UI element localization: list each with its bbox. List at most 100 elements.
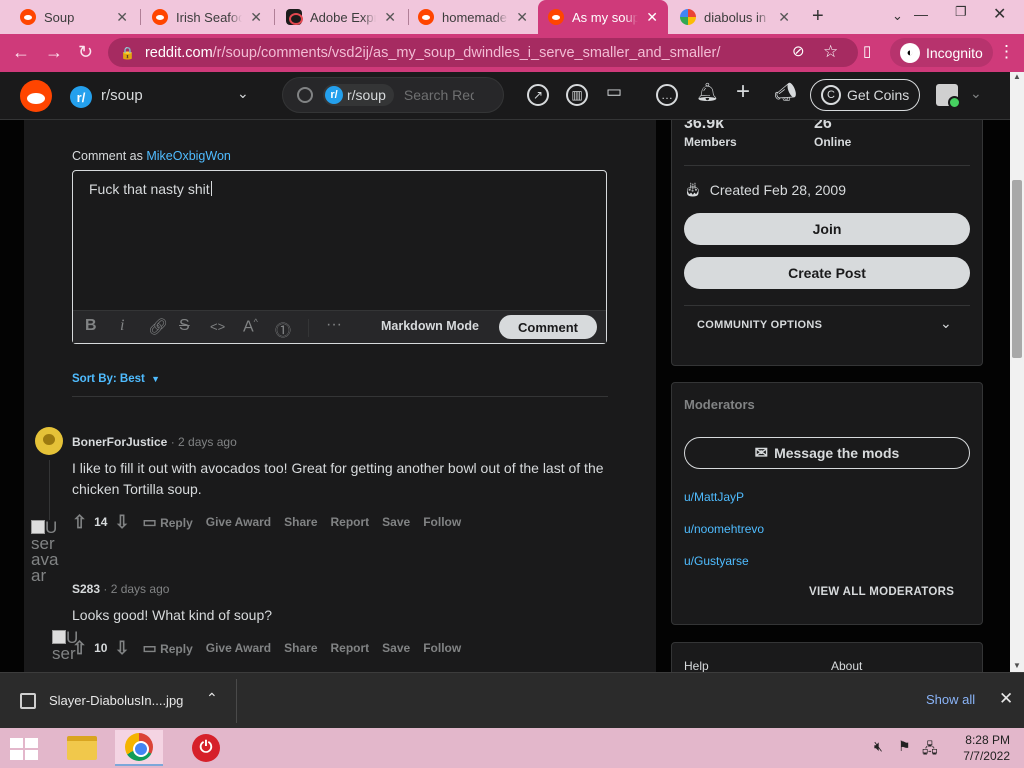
close-window-icon[interactable]: ✕ [993,4,1006,24]
inline-code-icon[interactable]: <> [210,319,225,334]
upvote-icon[interactable]: ⇧ [72,512,87,533]
report-button[interactable]: Report [331,641,370,655]
tab-diabolus-in[interactable]: diabolus in ✕ [670,0,800,34]
windows-start-icon[interactable] [10,738,38,760]
username-link[interactable]: MikeOxbigWon [146,149,231,163]
message-mods-button[interactable]: ✉ Message the mods [684,437,970,469]
vertical-scrollbar[interactable]: ▲ ▼ [1010,72,1024,672]
more-options-icon[interactable]: ··· [326,316,342,334]
notification-bell-icon[interactable]: 🔔︎ [696,82,719,103]
join-button[interactable]: Join [684,213,970,245]
tab-adobe-express[interactable]: Adobe Express ✕ [276,0,406,34]
submit-comment-button[interactable]: Comment [499,315,597,339]
link-icon[interactable]: 🔗︎ [148,317,168,337]
comment-textarea[interactable]: Fuck that nasty shit [89,181,212,197]
close-tab-icon[interactable]: ✕ [778,9,790,26]
chevron-down-icon[interactable]: ⌄ [940,315,952,332]
incognito-badge[interactable]: ◐ Incognito [890,38,993,67]
view-all-moderators-link[interactable]: VIEW ALL MODERATORS [809,586,954,598]
tab-soup[interactable]: Soup ✕ [10,0,138,34]
create-post-icon[interactable]: + [736,78,750,106]
scroll-down-arrow-icon[interactable]: ▼ [1013,661,1021,670]
volume-muted-icon[interactable]: 🔇︎ [874,738,883,755]
moderator-link[interactable]: u/MattJayP [684,490,744,504]
community-options-toggle[interactable]: COMMUNITY OPTIONS [697,319,822,331]
comment-timestamp[interactable]: · 2 days ago [171,435,237,449]
side-panel-icon[interactable]: ▯ [863,42,871,60]
tab-as-my-soup[interactable]: As my soup ✕ [538,0,668,34]
scroll-up-arrow-icon[interactable]: ▲ [1013,72,1021,81]
moderator-link[interactable]: u/noomehtrevo [684,522,764,536]
moderator-link[interactable]: u/Gustyarse [684,554,749,568]
follow-button[interactable]: Follow [423,515,461,529]
chevron-up-icon[interactable]: ⌃ [206,690,218,707]
chat-icon[interactable]: … [656,84,678,106]
back-icon[interactable]: ← [12,42,30,63]
downvote-icon[interactable]: ⇩ [114,638,129,659]
power-app-taskbar-button[interactable]: ⏻ [182,730,230,766]
sort-dropdown[interactable]: Sort By: Best ▼ [72,373,160,385]
community-switcher-label[interactable]: r/soup [101,87,143,104]
markdown-mode-toggle[interactable]: Markdown Mode [381,319,479,333]
stats-icon[interactable]: ▥ [566,84,588,106]
create-post-button[interactable]: Create Post [684,257,970,289]
tab-homemade[interactable]: homemade ✕ [408,0,538,34]
get-coins-button[interactable]: C Get Coins [810,79,920,111]
system-clock[interactable]: 8:28 PM 7/7/2022 [950,732,1010,764]
give-award-button[interactable]: Give Award [206,515,271,529]
popular-icon[interactable]: ↗ [527,84,549,106]
thread-line[interactable] [49,460,50,520]
download-item[interactable]: Slayer-DiabolusIn....jpg [49,693,183,708]
save-button[interactable]: Save [382,641,410,655]
advertise-megaphone-icon[interactable]: 📣︎ [774,82,797,103]
reply-button[interactable]: ▭ Reply [143,639,193,657]
comment-author-avatar[interactable] [35,427,63,455]
close-tab-icon[interactable]: ✕ [516,9,528,26]
comment-author[interactable]: S283 [72,582,100,596]
comment-author[interactable]: BonerForJustice [72,435,167,449]
help-link[interactable]: Help [684,659,709,672]
downvote-icon[interactable]: ⇩ [114,512,129,533]
comment-editor[interactable]: Fuck that nasty shit B i 🔗︎ S <> A^ ⓵ ··… [72,170,607,344]
close-tab-icon[interactable]: ✕ [250,9,262,26]
italic-icon[interactable]: i [120,317,124,335]
broken-user-avatar-image[interactable]: U ser ava ar [31,520,67,584]
new-tab-icon[interactable]: + [812,5,824,28]
strikethrough-icon[interactable]: S [179,317,190,335]
save-button[interactable]: Save [382,515,410,529]
tab-search-chevron-icon[interactable]: ⌄ [892,8,903,24]
comment-timestamp[interactable]: · 2 days ago [103,582,169,596]
share-button[interactable]: Share [284,641,317,655]
bold-icon[interactable]: B [85,317,97,335]
minimize-window-icon[interactable]: — [914,6,928,22]
scrollbar-thumb[interactable] [1012,180,1022,358]
give-award-button[interactable]: Give Award [206,641,271,655]
follow-button[interactable]: Follow [423,641,461,655]
chrome-taskbar-button[interactable] [115,730,163,766]
forward-icon[interactable]: → [45,42,63,63]
reload-icon[interactable]: ↻ [78,42,93,63]
user-menu-chevron-icon[interactable]: ⌄ [970,85,982,102]
close-tab-icon[interactable]: ✕ [646,9,658,26]
file-explorer-taskbar-button[interactable] [58,730,106,766]
close-tab-icon[interactable]: ✕ [384,9,396,26]
browser-menu-icon[interactable]: ⋮ [998,42,1015,62]
search-input[interactable]: r/r/soup Search Reddit [282,77,504,113]
tracking-protection-icon[interactable]: ⊘ [792,42,805,60]
chevron-down-icon[interactable]: ⌄ [237,85,249,102]
user-avatar[interactable] [936,84,961,109]
search-scope-chip[interactable]: r/r/soup [323,84,394,106]
close-downloads-icon[interactable]: ✕ [999,689,1013,709]
share-button[interactable]: Share [284,515,317,529]
video-icon[interactable]: ▭ [606,82,622,102]
address-bar[interactable]: 🔒 reddit.com/r/soup/comments/vsd2ij/as_m… [108,38,858,67]
spoiler-icon[interactable]: ⓵ [275,317,291,341]
reddit-logo-icon[interactable] [20,80,52,112]
reply-button[interactable]: ▭ Reply [143,513,193,531]
broken-user-avatar-image[interactable]: U ser [52,630,88,662]
restore-window-icon[interactable]: ❐ [955,4,967,20]
show-all-downloads-link[interactable]: Show all [926,692,975,707]
close-tab-icon[interactable]: ✕ [116,9,128,26]
superscript-icon[interactable]: A^ [243,317,258,336]
about-link[interactable]: About [831,659,862,672]
